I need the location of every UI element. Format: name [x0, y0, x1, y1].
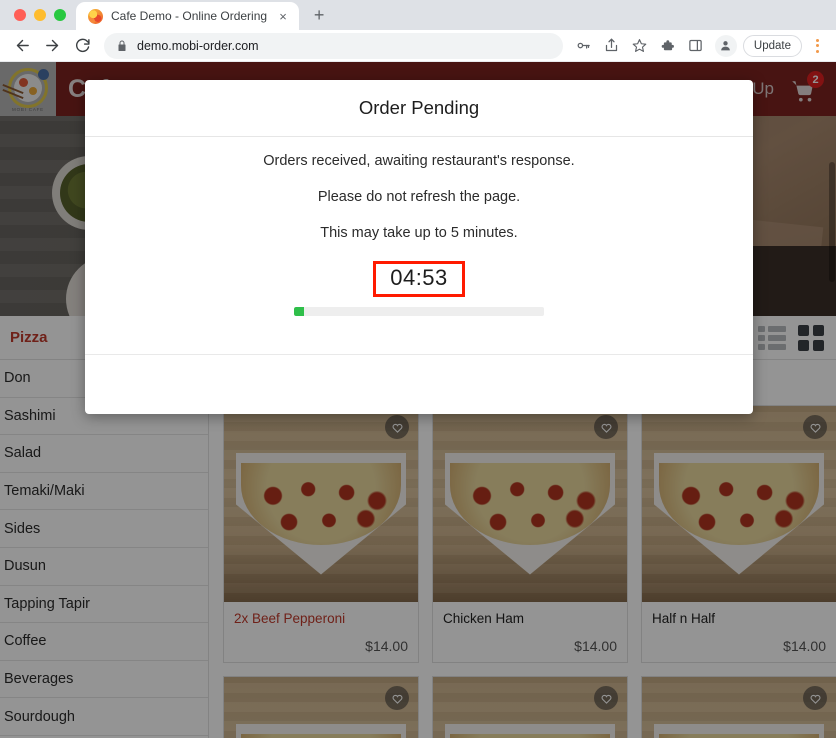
address-bar[interactable]: demo.mobi-order.com [104, 32, 563, 59]
close-tab-icon[interactable]: × [275, 8, 291, 24]
profile-avatar-icon[interactable] [714, 34, 737, 57]
close-window-button[interactable] [14, 9, 26, 21]
kebab-menu-icon[interactable] [806, 34, 828, 58]
key-icon[interactable] [571, 33, 597, 59]
progress-bar [294, 307, 544, 316]
side-panel-icon[interactable] [683, 33, 709, 59]
window-traffic-lights [10, 0, 76, 30]
favicon-icon [88, 8, 103, 24]
update-button[interactable]: Update [742, 34, 802, 57]
status-message-3: This may take up to 5 minutes. [320, 225, 518, 241]
new-tab-button[interactable]: + [305, 1, 333, 29]
browser-tab[interactable]: Cafe Demo - Online Ordering × [76, 2, 300, 30]
browser-window: Cafe Demo - Online Ordering × + demo.mob… [0, 0, 836, 740]
url-text: demo.mobi-order.com [137, 38, 259, 53]
tab-title: Cafe Demo - Online Ordering [111, 9, 268, 23]
countdown-timer-wrapper: 04:53 [85, 261, 753, 297]
dialog-footer [85, 354, 753, 414]
dialog-body: Orders received, awaiting restaurant's r… [85, 137, 753, 354]
forward-arrow-icon[interactable] [38, 32, 66, 60]
star-icon[interactable] [627, 33, 653, 59]
countdown-timer: 04:53 [390, 265, 448, 290]
order-pending-dialog: Order Pending Orders received, awaiting … [85, 80, 753, 414]
status-message-1: Orders received, awaiting restaurant's r… [263, 153, 575, 169]
scrollbar-thumb[interactable] [829, 162, 835, 282]
maximize-window-button[interactable] [54, 9, 66, 21]
countdown-highlight-box: 04:53 [373, 261, 465, 297]
lock-icon [116, 40, 128, 52]
share-icon[interactable] [599, 33, 625, 59]
back-arrow-icon[interactable] [8, 32, 36, 60]
dialog-title: Order Pending [358, 97, 480, 118]
status-message-2: Please do not refresh the page. [317, 189, 521, 205]
page-scrollbar[interactable] [828, 62, 836, 738]
dialog-header: Order Pending [85, 80, 753, 137]
extensions-puzzle-icon[interactable] [655, 33, 681, 59]
tab-strip: Cafe Demo - Online Ordering × + [0, 0, 836, 30]
page-viewport: MOBI CAFE Cafe gn Up 2 Pizza [0, 62, 836, 738]
reload-icon[interactable] [68, 32, 96, 60]
minimize-window-button[interactable] [34, 9, 46, 21]
progress-bar-fill [294, 307, 304, 316]
browser-toolbar: demo.mobi-order.com Update [0, 30, 836, 62]
